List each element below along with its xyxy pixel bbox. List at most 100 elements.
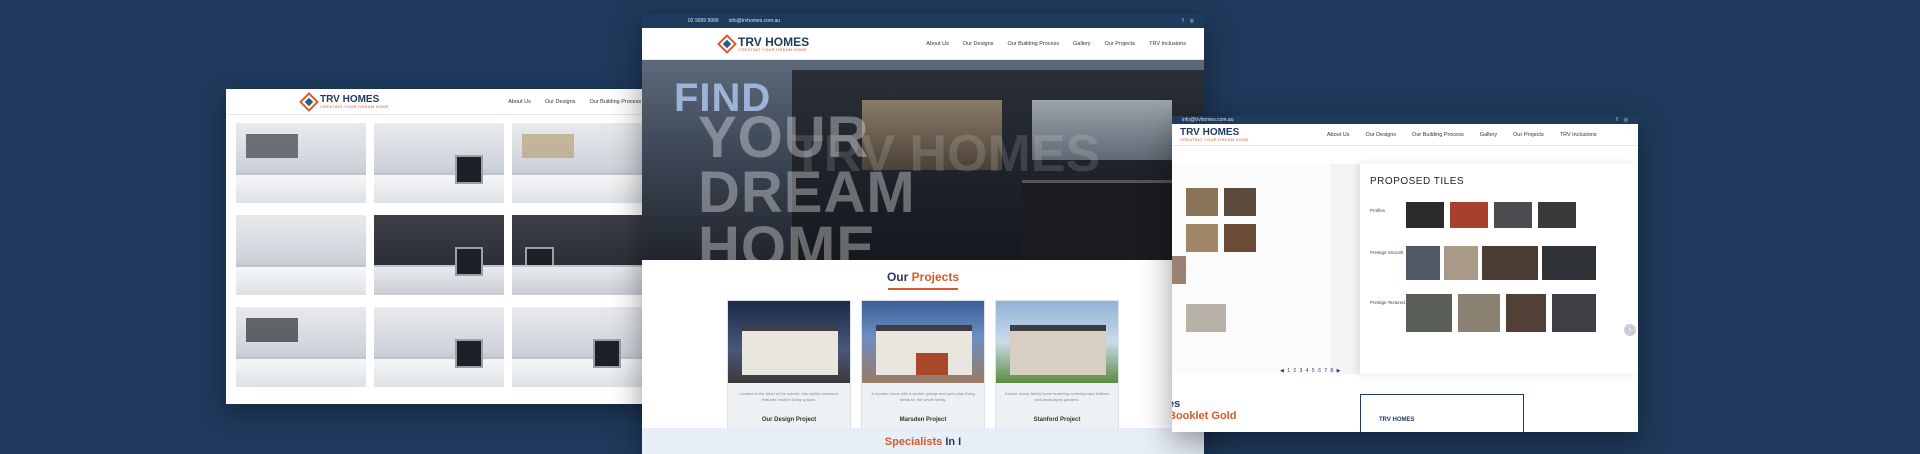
booklet-right-page: PROPOSED TILES Profiles Prestige Smooth … (1360, 164, 1638, 374)
gallery-image[interactable] (374, 307, 504, 387)
project-image[interactable] (728, 301, 850, 383)
specialists-heading: Specialists In I (642, 428, 1204, 454)
menu-item-inclusions[interactable]: TRV Inclusions (1560, 132, 1597, 138)
tile-row-label: Prestige Smooth (1370, 250, 1404, 255)
logo[interactable]: TRV HOMES CREATING YOUR DREAM HOME (299, 91, 389, 112)
gallery-image[interactable] (374, 123, 504, 203)
brand-name: TRV HOMES (1180, 126, 1240, 138)
main-menu: About Us Our Designs Our Building Proces… (926, 41, 1186, 47)
brand-tagline: CREATING YOUR DREAM HOME (320, 103, 389, 109)
home-window: 02 9099 9999 info@trvhomes.com.au f ◎ TR… (642, 14, 1204, 454)
nav-bar: TRV HOMES CREATING YOUR DREAM HOME About… (642, 28, 1204, 60)
tile-swatch (1186, 224, 1218, 252)
menu-item-gallery[interactable]: Gallery (1073, 41, 1090, 47)
menu-item-process[interactable]: Our Building Process (589, 99, 641, 105)
project-image[interactable] (996, 301, 1118, 383)
tile-swatch (1494, 202, 1532, 228)
next-page-icon[interactable]: › (1624, 324, 1636, 336)
booklet-heading-line: es (1172, 398, 1181, 410)
projects-heading: Our Projects (642, 270, 1204, 284)
logo-icon (299, 91, 319, 112)
main-menu: About Us Our Designs Our Building Proces… (1327, 132, 1597, 138)
tile-swatch (1406, 202, 1444, 228)
facebook-icon[interactable]: f (1182, 18, 1183, 24)
gallery-image[interactable] (236, 123, 366, 203)
gallery-image[interactable] (236, 307, 366, 387)
menu-item-inclusions[interactable]: TRV Inclusions (1149, 41, 1186, 47)
specialists-word: Specialists (884, 436, 943, 448)
gallery-image[interactable] (512, 123, 642, 203)
project-card[interactable]: Double storey family home featuring cont… (995, 300, 1119, 430)
tile-row-label: Prestige Textured (1370, 300, 1405, 305)
gallery-image[interactable] (236, 215, 366, 295)
project-image[interactable] (862, 301, 984, 383)
menu-item-about[interactable]: About Us (508, 99, 531, 105)
gallery-image[interactable] (512, 215, 642, 295)
hero-line: HOME (698, 215, 876, 260)
facebook-icon[interactable]: f (1616, 117, 1617, 123)
tile-swatch (1482, 246, 1538, 280)
tile-booklet: PROPOSED TILES Profiles Prestige Smooth … (1172, 164, 1638, 374)
heading-underline (888, 288, 958, 290)
tile-swatch (1542, 246, 1596, 280)
gallery-image[interactable] (374, 215, 504, 295)
menu-item-about[interactable]: About Us (926, 41, 949, 47)
phone-text: 02 9099 9999 (688, 18, 719, 24)
menu-item-about[interactable]: About Us (1327, 132, 1350, 138)
hero-subheading: YOUR DREAM HOME (698, 105, 916, 260)
hero-banner: TRV HOMES FIND YOUR DREAM HOME (642, 60, 1204, 260)
booklet-pager[interactable]: ◀ 1 2 3 4 5 6 7 8 ▶ (1280, 368, 1341, 374)
booklet-section: es Booklet Gold TRV HOMES (1172, 384, 1638, 432)
hero-line: YOUR (698, 105, 870, 170)
specialists-suffix: In I (945, 436, 962, 448)
menu-item-designs[interactable]: Our Designs (1365, 132, 1396, 138)
project-card[interactable]: Located in the heart of the suburb, this… (727, 300, 851, 430)
menu-item-projects[interactable]: Our Projects (1513, 132, 1544, 138)
projects-heading-projects: Projects (911, 270, 960, 284)
tile-swatch (1224, 224, 1256, 252)
gallery-image[interactable] (512, 307, 642, 387)
projects-carousel: Located in the heart of the suburb, this… (642, 300, 1204, 430)
tile-swatch (1444, 246, 1478, 280)
inclusions-window: info@trvhomes.com.au f ◎ TRV HOMES CREAT… (1172, 116, 1638, 432)
menu-item-designs[interactable]: Our Designs (545, 99, 576, 105)
booklet-heading: es Booklet Gold (1172, 398, 1236, 422)
menu-item-projects[interactable]: Our Projects (1105, 41, 1136, 47)
tile-swatch (1506, 294, 1546, 332)
tile-swatch (1224, 188, 1256, 216)
tiles-title: PROPOSED TILES (1370, 176, 1465, 187)
tile-swatch (1172, 256, 1186, 284)
menu-item-process[interactable]: Our Building Process (1412, 132, 1464, 138)
menu-item-designs[interactable]: Our Designs (963, 41, 994, 47)
logo[interactable]: TRV HOMES CREATING YOUR DREAM HOME (717, 33, 810, 54)
brand-name: TRV HOMES (320, 93, 380, 105)
booklet-logo: TRV HOMES (1379, 417, 1415, 423)
top-bar: 02 9099 9999 info@trvhomes.com.au f ◎ (642, 14, 1204, 28)
project-description: A modern home with a double garage and o… (871, 391, 975, 402)
instagram-icon[interactable]: ◎ (1624, 117, 1628, 123)
project-description: Located in the heart of the suburb, this… (739, 391, 839, 402)
menu-item-gallery[interactable]: Gallery (1480, 132, 1497, 138)
booklet-left-page (1172, 164, 1330, 374)
project-description: Double storey family home featuring cont… (1004, 391, 1110, 402)
tile-row-label: Profiles (1370, 208, 1386, 213)
tile-swatch (1406, 294, 1452, 332)
logo[interactable]: TRV HOMES CREATING YOUR DREAM HOME (1180, 126, 1249, 142)
menu-item-process[interactable]: Our Building Process (1007, 41, 1059, 47)
tile-swatch (1450, 202, 1488, 228)
booklet-heading-gold: Booklet Gold (1172, 410, 1237, 422)
tile-swatch (1186, 304, 1226, 332)
instagram-icon[interactable]: ◎ (1190, 18, 1194, 24)
hero-line: DREAM (698, 160, 916, 226)
brand-tagline: CREATING YOUR DREAM HOME (1180, 136, 1249, 142)
logo-icon (717, 33, 737, 54)
project-card[interactable]: A modern home with a double garage and o… (861, 300, 985, 430)
booklet-preview[interactable]: TRV HOMES (1360, 394, 1524, 432)
top-bar: info@trvhomes.com.au f ◎ (1172, 116, 1638, 124)
brand-name: TRV HOMES (738, 34, 810, 49)
nav-bar: TRV HOMES CREATING YOUR DREAM HOME About… (1172, 124, 1638, 146)
email-text: info@trvhomes.com.au (728, 18, 781, 24)
tile-swatch (1406, 246, 1440, 280)
tile-swatch (1552, 294, 1596, 332)
email-text: info@trvhomes.com.au (1182, 117, 1234, 123)
